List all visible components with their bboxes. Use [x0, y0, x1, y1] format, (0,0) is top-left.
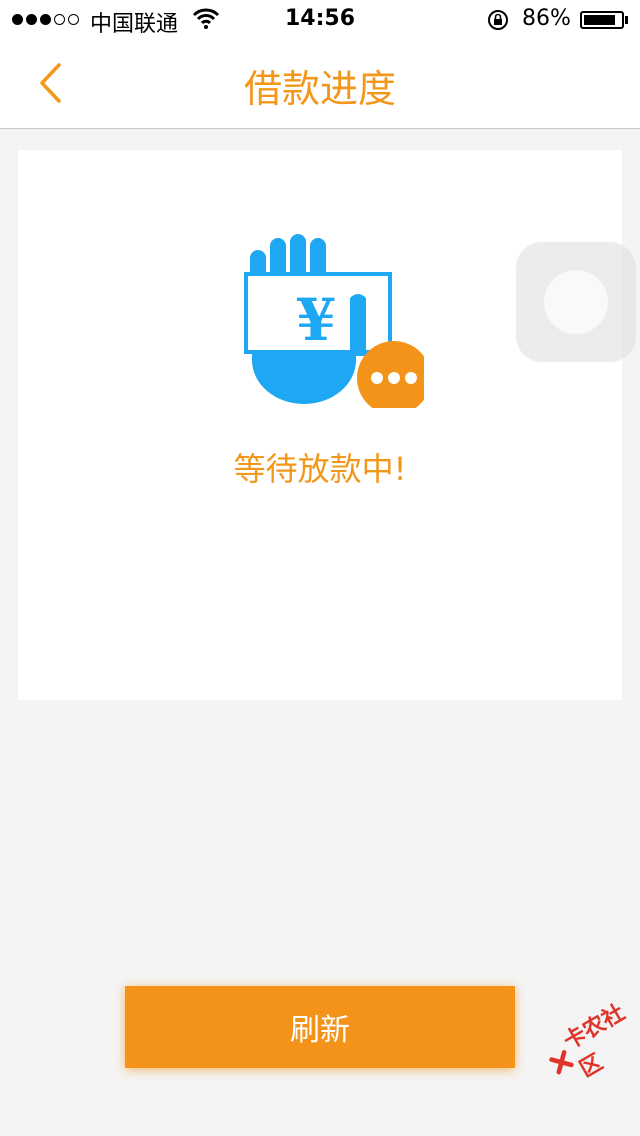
- assistive-touch-button[interactable]: [516, 242, 636, 362]
- page-title: 借款进度: [243, 67, 396, 111]
- loan-status-card: ¥ 等待放款中!: [18, 150, 622, 700]
- battery-tip: [625, 16, 628, 24]
- navigation-bar: 借款进度: [0, 40, 640, 129]
- assistive-touch-inner: [544, 270, 608, 334]
- refresh-button[interactable]: 刷新: [125, 986, 515, 1068]
- loan-status-text: 等待放款中!: [233, 450, 407, 488]
- battery-icon: [580, 11, 624, 29]
- battery-percentage: 86%: [522, 6, 571, 31]
- status-bar: 中国联通 14:56 86%: [0, 0, 640, 40]
- rotation-lock-icon: [488, 10, 508, 30]
- hand-money-waiting-icon: ¥: [244, 234, 424, 408]
- svg-text:¥: ¥: [296, 286, 336, 354]
- watermark: 卡农社区: [536, 988, 640, 1095]
